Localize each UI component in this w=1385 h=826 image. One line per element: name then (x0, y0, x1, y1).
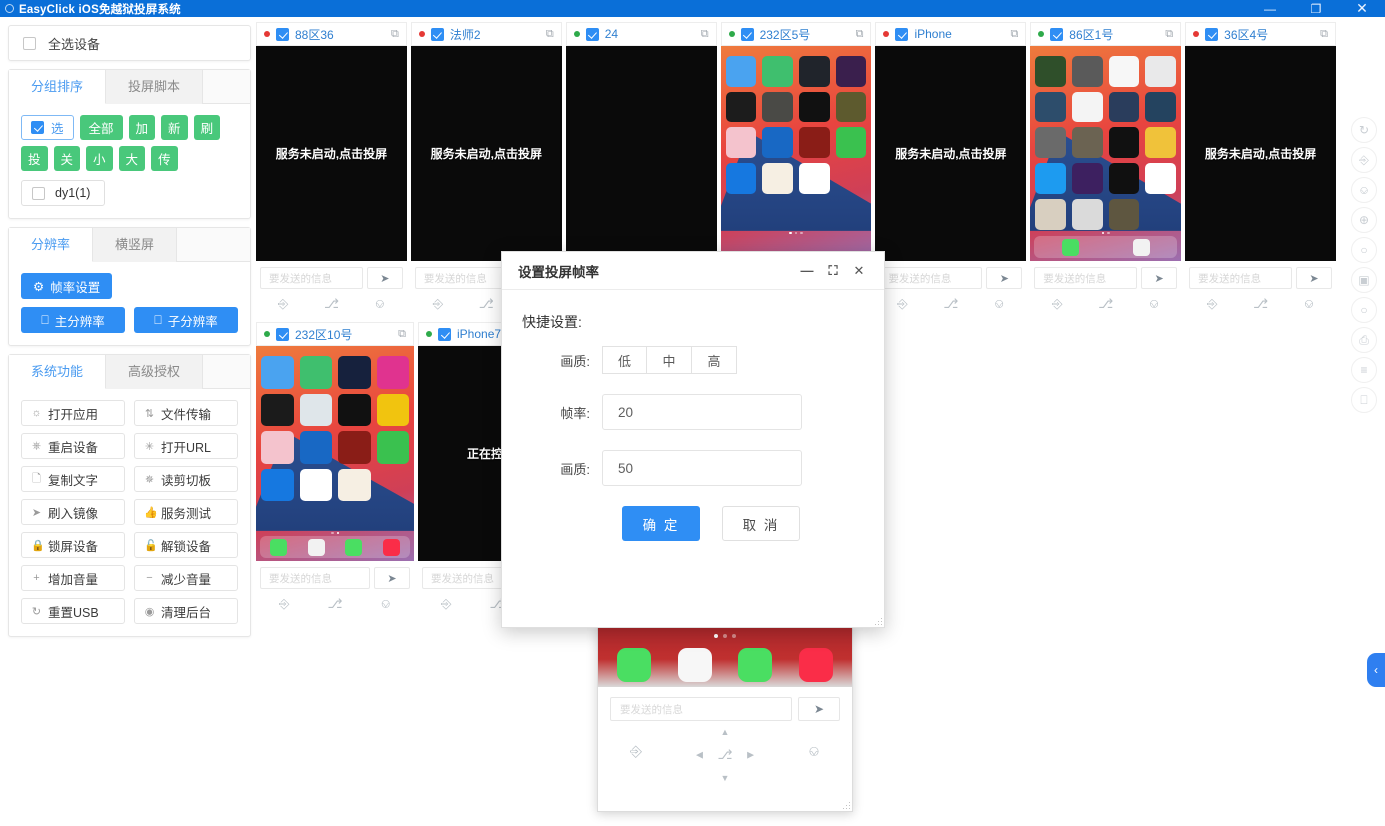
quality-segmented-control: 低 中 高 (602, 346, 737, 374)
dialog-titlebar: 设置投屏帧率 — ⛶ ✕ (502, 252, 884, 290)
framerate-label: 帧率: (560, 405, 590, 421)
play-icon[interactable]: ⎆ (1351, 147, 1377, 173)
dialog-title: 设置投屏帧率 (518, 264, 599, 280)
phone-icon[interactable]: ⎕ (1351, 387, 1377, 413)
cancel-button[interactable]: 取 消 (722, 506, 800, 541)
zoom-in-icon[interactable]: ⊕ (1351, 207, 1377, 233)
window-controls: — ❐ ✕ (1247, 0, 1385, 17)
dialog-minimize-button[interactable]: — (794, 263, 820, 278)
collapse-panel-tab[interactable]: ‹ (1367, 653, 1385, 687)
toggle-icon[interactable]: ⎙ (1351, 327, 1377, 353)
modal-overlay: 设置投屏帧率 — ⛶ ✕ 快捷设置: 画质: 低 中 高 帧率: 20 画质: … (0, 17, 1385, 826)
app-logo-icon (5, 4, 14, 13)
dialog-resize-handle[interactable] (873, 616, 882, 625)
right-toolbar: ↻ ⎆ ⎉ ⊕ ○ ▣ ○ ⎙ ≡ ⎕ (1347, 117, 1381, 413)
framerate-row: 帧率: 20 (522, 394, 864, 430)
layout-icon[interactable]: ▣ (1351, 267, 1377, 293)
close-button[interactable]: ✕ (1339, 0, 1385, 17)
quality-label: 画质: (560, 461, 590, 477)
quality-quick-label: 画质: (560, 353, 590, 369)
quality-option-high[interactable]: 高 (692, 346, 737, 374)
refresh-icon[interactable]: ↻ (1351, 117, 1377, 143)
quality-option-low[interactable]: 低 (602, 346, 647, 374)
dialog-maximize-button[interactable]: ⛶ (820, 263, 846, 279)
window-title: EasyClick iOS免越狱投屏系统 (19, 3, 181, 16)
dialog-close-button[interactable]: ✕ (846, 263, 872, 279)
quality-input[interactable]: 50 (602, 450, 802, 486)
quality-row: 画质: 50 (522, 450, 864, 486)
dialog-actions: 确 定 取 消 (522, 506, 864, 541)
quick-settings-label: 快捷设置: (522, 314, 582, 330)
framerate-input[interactable]: 20 (602, 394, 802, 430)
minimize-button[interactable]: — (1247, 0, 1293, 17)
confirm-button[interactable]: 确 定 (622, 506, 700, 541)
window-titlebar: EasyClick iOS免越狱投屏系统 — ❐ ✕ (0, 0, 1385, 17)
maximize-button[interactable]: ❐ (1293, 0, 1339, 17)
zoom-out-icon[interactable]: ○ (1351, 237, 1377, 263)
quality-option-medium[interactable]: 中 (647, 346, 692, 374)
sliders-icon[interactable]: ≡ (1351, 357, 1377, 383)
pause-icon[interactable]: ⎉ (1351, 177, 1377, 203)
quality-quick-row: 画质: 低 中 高 (522, 346, 864, 374)
search-icon[interactable]: ○ (1351, 297, 1377, 323)
dialog-body: 快捷设置: 画质: 低 中 高 帧率: 20 画质: 50 确 定 取 消 (502, 290, 884, 541)
framerate-settings-dialog: 设置投屏帧率 — ⛶ ✕ 快捷设置: 画质: 低 中 高 帧率: 20 画质: … (501, 251, 885, 628)
app-stage: 全选设备 分组排序 投屏脚本 选 全部 加 新 刷 投 关 小 大 传 dy1(… (0, 17, 1385, 826)
